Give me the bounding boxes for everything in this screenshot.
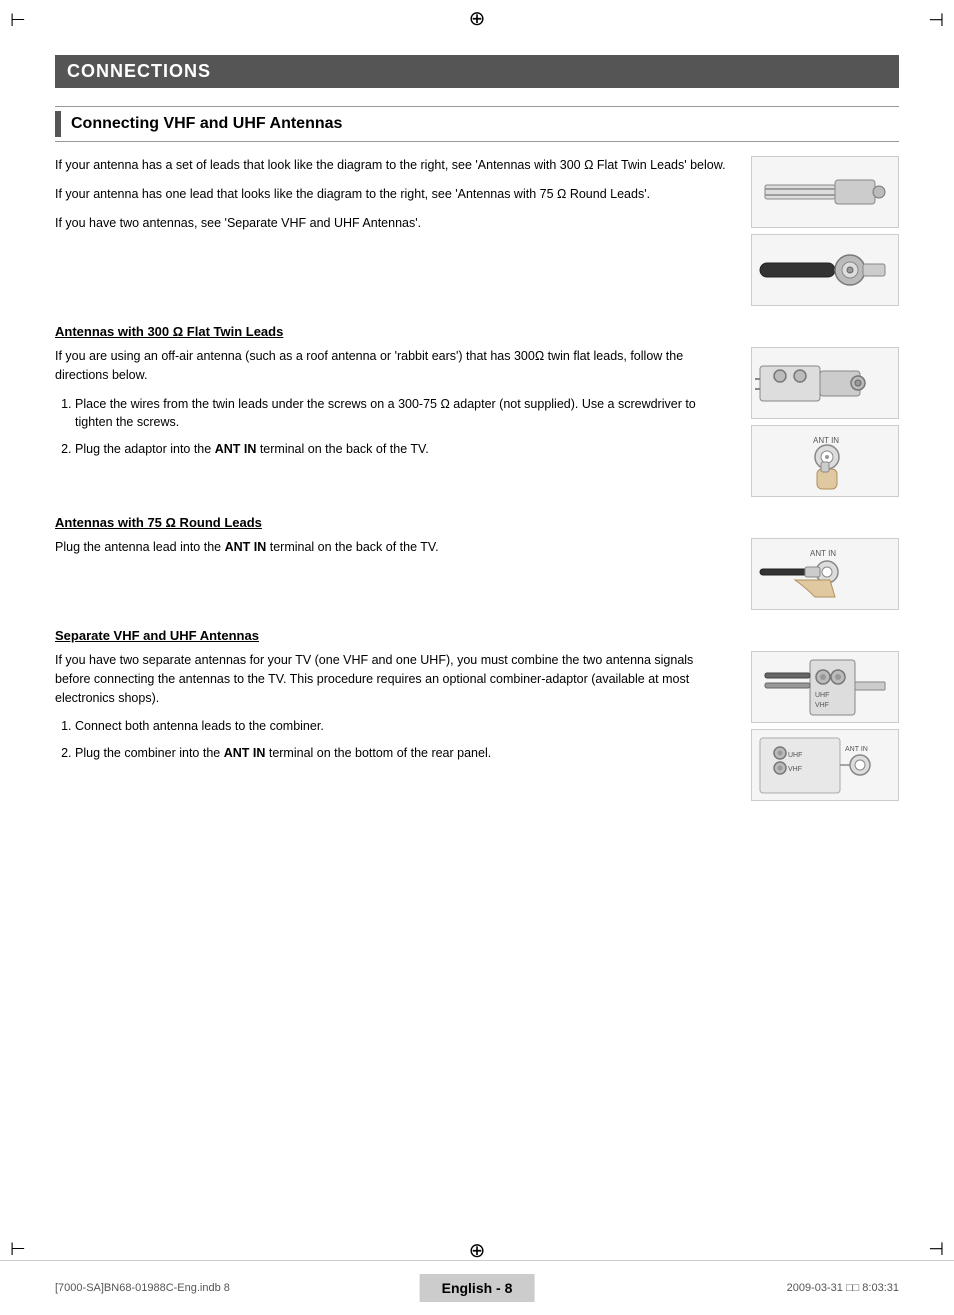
corner-mark-br: ⊣ — [928, 1239, 944, 1260]
section4-step1: Connect both antenna leads to the combin… — [75, 717, 729, 736]
section1-para2: If your antenna has one lead that looks … — [55, 185, 729, 204]
section3-content: Plug the antenna lead into the ANT IN te… — [55, 538, 899, 610]
subsection-heading-1: Connecting VHF and UHF Antennas — [71, 115, 342, 133]
footer-right: 2009-03-31 □□ 8:03:31 — [787, 1282, 899, 1294]
section4-images: UHF VHF — [744, 651, 899, 801]
footer-page-label: English - 8 — [420, 1274, 535, 1302]
section2-content: If you are using an off-air antenna (suc… — [55, 347, 899, 497]
svg-text:ANT IN: ANT IN — [810, 549, 836, 558]
ant-in-300ohm-image: ANT IN — [751, 425, 899, 497]
corner-mark-tr: ⊣ — [928, 10, 944, 31]
section2-steps: Place the wires from the twin leads unde… — [75, 395, 729, 459]
svg-text:UHF: UHF — [815, 692, 829, 699]
section-300ohm: Antennas with 300 Ω Flat Twin Leads If y… — [55, 324, 899, 497]
section4-text: If you have two separate antennas for yo… — [55, 651, 729, 801]
svg-text:ANT IN: ANT IN — [813, 436, 839, 445]
section2-step1: Place the wires from the twin leads unde… — [75, 395, 729, 433]
page: ⊢ ⊣ ⊢ ⊣ ⊕ ⊕ CONNECTIONS Connecting VHF a… — [0, 0, 954, 1315]
crosshair-top: ⊕ — [469, 6, 486, 31]
section4-content: If you have two separate antennas for yo… — [55, 651, 899, 801]
section1-para3: If you have two antennas, see 'Separate … — [55, 214, 729, 233]
footer-left: [7000-SA]BN68-01988C-Eng.indb 8 — [55, 1282, 230, 1294]
combiner-image: UHF VHF — [751, 651, 899, 723]
svg-text:VHF: VHF — [815, 702, 829, 709]
section1-content: If your antenna has a set of leads that … — [55, 156, 899, 306]
section4-step2: Plug the combiner into the ANT IN termin… — [75, 744, 729, 763]
section3-ant-in: ANT IN — [225, 540, 267, 554]
corner-mark-bl: ⊢ — [10, 1239, 26, 1260]
subheading-300ohm: Antennas with 300 Ω Flat Twin Leads — [55, 324, 899, 339]
section-separate: Separate VHF and UHF Antennas If you hav… — [55, 628, 899, 801]
main-content: CONNECTIONS Connecting VHF and UHF Anten… — [55, 55, 899, 801]
section2-text: If you are using an off-air antenna (suc… — [55, 347, 729, 497]
section-vhf-uhf: Connecting VHF and UHF Antennas If your … — [55, 106, 899, 306]
section4-ant-in: ANT IN — [224, 746, 266, 760]
section4-steps: Connect both antenna leads to the combin… — [75, 717, 729, 763]
svg-text:VHF: VHF — [788, 766, 802, 773]
section1-text: If your antenna has a set of leads that … — [55, 156, 729, 306]
section3-para: Plug the antenna lead into the ANT IN te… — [55, 538, 729, 557]
section3-images: ANT IN — [744, 538, 899, 610]
section-75ohm: Antennas with 75 Ω Round Leads Plug the … — [55, 515, 899, 610]
round-lead-image — [751, 234, 899, 306]
flat-twin-leads-image — [751, 156, 899, 228]
section2-step2: Plug the adaptor into the ANT IN termina… — [75, 440, 729, 459]
footer: [7000-SA]BN68-01988C-Eng.indb 8 English … — [0, 1260, 954, 1315]
section3-text: Plug the antenna lead into the ANT IN te… — [55, 538, 729, 610]
subheading-separate: Separate VHF and UHF Antennas — [55, 628, 899, 643]
corner-mark-tl: ⊢ — [10, 10, 26, 31]
adapter-300ohm-image — [751, 347, 899, 419]
ant-in-75ohm-image: ANT IN — [751, 538, 899, 610]
subheading-75ohm: Antennas with 75 Ω Round Leads — [55, 515, 899, 530]
section-header: CONNECTIONS — [55, 55, 899, 88]
subsection-title-1: Connecting VHF and UHF Antennas — [55, 106, 899, 142]
ant-in-combiner-image: UHF VHF ANT IN — [751, 729, 899, 801]
section1-images — [744, 156, 899, 306]
title-bar — [55, 111, 61, 137]
section2-ant-in: ANT IN — [215, 442, 257, 456]
svg-text:ANT IN: ANT IN — [845, 746, 868, 753]
section1-para1: If your antenna has a set of leads that … — [55, 156, 729, 175]
section2-intro: If you are using an off-air antenna (suc… — [55, 347, 729, 385]
section2-images: ANT IN — [744, 347, 899, 497]
section4-para: If you have two separate antennas for yo… — [55, 651, 729, 707]
svg-text:UHF: UHF — [788, 752, 802, 759]
